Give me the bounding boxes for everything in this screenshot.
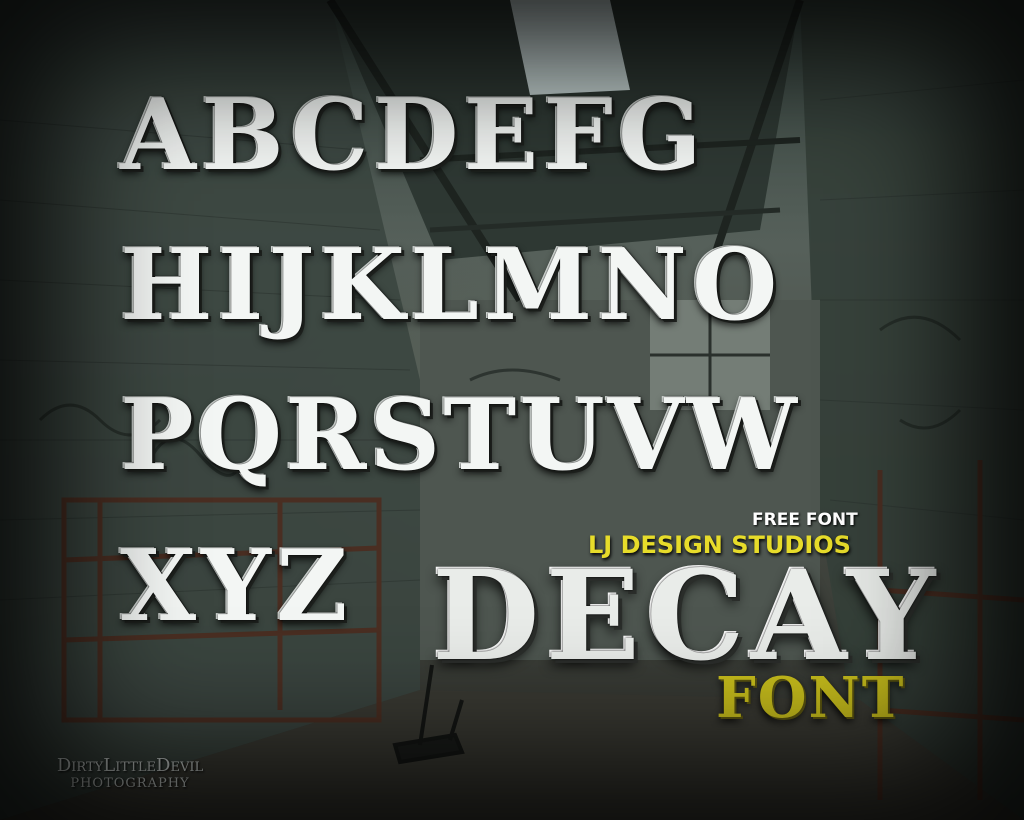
font-subtitle: FONT — [716, 665, 906, 731]
alphabet-row-2: HIJKLMNO — [120, 228, 783, 343]
watermark-line2: PHOTOGRAPHY — [70, 776, 190, 791]
font-title: DECAY — [432, 544, 942, 689]
watermark-name: DirtyLittleDevil — [56, 755, 204, 776]
poster-canvas: ABCDEFG HIJKLMNO PQRSTUVW XYZ FREE FONT … — [0, 0, 1024, 820]
alphabet-row-4: XYZ — [120, 529, 353, 644]
free-font-tag: FREE FONT — [752, 510, 858, 530]
photographer-watermark: DirtyLittleDevil PHOTOGRAPHY — [40, 755, 220, 792]
alphabet-row-3: PQRSTUVW — [120, 378, 800, 493]
alphabet-row-1: ABCDEFG — [120, 78, 707, 193]
